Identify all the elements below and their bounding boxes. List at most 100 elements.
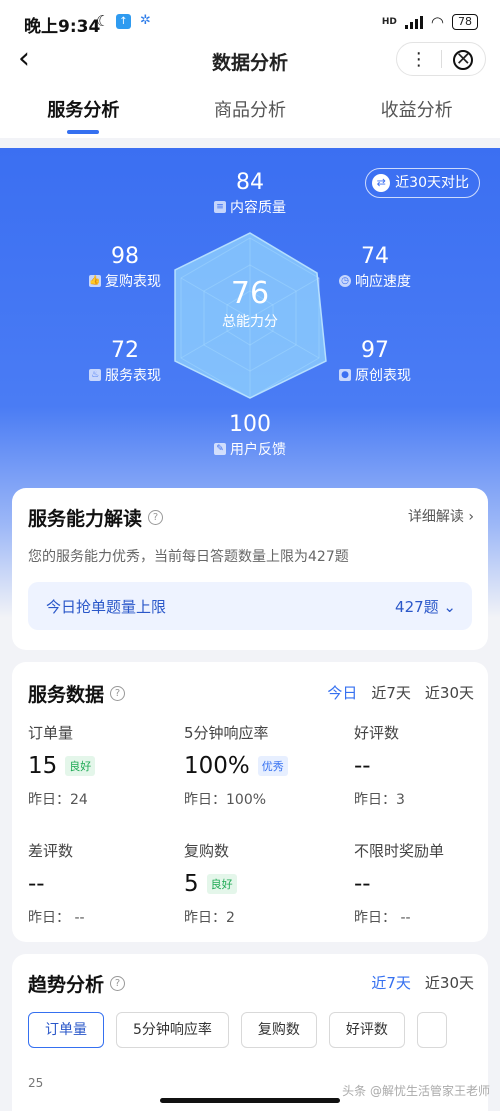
stat-positive-reviews: 好评数 -- 昨日：3 [354, 722, 405, 809]
stat-value: 100% [184, 753, 250, 779]
battery-icon: 78 [452, 14, 478, 30]
ability-description: 您的服务能力优秀，当前每日答题数量上限为427题 [28, 549, 349, 565]
trend-period-7-days[interactable]: 近7天 [371, 972, 411, 993]
period-30-days[interactable]: 近30天 [425, 682, 474, 703]
status-badge: 良好 [65, 756, 96, 776]
stat-name: 不限时奖励单 [354, 842, 445, 860]
metric-value: 72 [111, 338, 139, 363]
ability-interpretation-card: 服务能力解读 ? 详细解读 › 您的服务能力优秀，当前每日答题数量上限为427题… [12, 488, 488, 650]
service-data-card: 服务数据 ? 今日 近7天 近30天 订单量 15 良好 昨日：24 5分钟响应率… [12, 662, 488, 942]
trend-y-axis-tick: 25 [28, 1076, 44, 1090]
stat-yesterday: 昨日：24 [28, 792, 88, 808]
stat-yesterday: 昨日： -- [354, 910, 411, 926]
status-badge: 优秀 [257, 756, 288, 776]
flame-icon: ♨ [89, 369, 101, 381]
metric-value: 98 [111, 244, 139, 269]
total-score-value: 76 [230, 276, 270, 311]
total-score: 76 总能力分 [200, 276, 300, 331]
moon-icon: ☾ [96, 12, 110, 30]
metric-value: 97 [361, 338, 389, 363]
nav-bar: ‹ 数据分析 ⋮ ✕ [0, 42, 500, 80]
close-button[interactable]: ✕ [442, 49, 486, 70]
upload-icon: ↑ [116, 14, 131, 29]
metric-response-speed: 74 ◷ 响应速度 [325, 244, 425, 291]
document-icon: ≡ [214, 201, 226, 213]
detail-interpretation-link[interactable]: 详细解读 › [408, 506, 474, 526]
daily-limit-selector[interactable]: 今日抢单题量上限 427题 ⌄ [28, 582, 472, 630]
period-selector: 今日 近7天 近30天 [327, 682, 474, 703]
metric-value: 74 [361, 244, 389, 269]
daily-limit-value: 427题 ⌄ [395, 598, 456, 616]
chip-positive-reviews[interactable]: 好评数 [328, 1012, 405, 1048]
chip-orders[interactable]: 订单量 [28, 1012, 104, 1048]
period-today[interactable]: 今日 [327, 682, 357, 703]
person-icon: ● [339, 369, 351, 381]
clock-icon: ◷ [339, 275, 351, 287]
metric-label: 内容质量 [230, 200, 286, 216]
stat-repurchases: 复购数 5 良好 昨日：2 [184, 840, 237, 927]
app-notification-icon: ✲ [140, 13, 151, 28]
stat-name: 5分钟响应率 [184, 724, 269, 742]
metric-service-performance: 72 ♨ 服务表现 [75, 338, 175, 385]
metric-repurchase: 98 👍 复购表现 [75, 244, 175, 291]
chip-more[interactable] [416, 1012, 447, 1048]
tab-revenue-analysis[interactable]: 收益分析 [333, 80, 500, 138]
help-icon[interactable]: ? [110, 976, 126, 991]
signal-icon [404, 15, 423, 29]
status-bar: 晚上9:34 ☾ ↑ ✲ HD ◠ 78 [0, 0, 500, 44]
daily-limit-label: 今日抢单题量上限 [46, 598, 167, 616]
edit-icon: ✎ [214, 443, 226, 455]
tab-bar: 服务分析 商品分析 收益分析 [0, 80, 500, 138]
watermark: 头条 @解忧生活管家王老师 [342, 1084, 490, 1098]
stat-orders: 订单量 15 良好 昨日：24 [28, 722, 96, 809]
period-7-days[interactable]: 近7天 [371, 682, 411, 703]
total-score-label: 总能力分 [222, 314, 278, 330]
trend-metric-chips: 订单量 5分钟响应率 复购数 好评数 [28, 1012, 447, 1048]
metric-value: 100 [229, 412, 271, 437]
chip-repurchases[interactable]: 复购数 [240, 1012, 317, 1048]
swap-icon: ⇄ [372, 174, 391, 192]
stat-value: 15 [28, 753, 58, 779]
stat-yesterday: 昨日：100% [184, 792, 267, 808]
card-title: 趋势分析 [28, 974, 105, 996]
stat-name: 差评数 [28, 842, 74, 860]
compare-label: 近30天对比 [395, 175, 469, 191]
metric-label: 服务表现 [105, 368, 161, 384]
stat-value: 5 [184, 871, 199, 897]
tab-service-analysis[interactable]: 服务分析 [0, 80, 167, 138]
trend-period-selector: 近7天 近30天 [371, 972, 474, 993]
status-badge: 良好 [206, 874, 237, 894]
wifi-icon: ◠ [430, 13, 444, 31]
stat-yesterday: 昨日：2 [184, 910, 235, 926]
card-title: 服务能力解读 [28, 508, 143, 530]
metric-user-feedback: 100 ✎ 用户反馈 [200, 412, 300, 459]
metric-originality: 97 ● 原创表现 [325, 338, 425, 385]
help-icon[interactable]: ? [148, 510, 164, 525]
stat-5min-response-rate: 5分钟响应率 100% 优秀 昨日：100% [184, 722, 288, 809]
more-button[interactable]: ⋮ [397, 49, 441, 70]
mini-program-capsule: ⋮ ✕ [396, 42, 486, 76]
metric-label: 用户反馈 [230, 442, 286, 458]
stat-negative-reviews: 差评数 -- 昨日： -- [28, 840, 85, 927]
compare-30-days-button[interactable]: ⇄ 近30天对比 [365, 168, 480, 198]
stat-name: 订单量 [28, 724, 74, 742]
stat-name: 复购数 [184, 842, 230, 860]
metric-label: 响应速度 [355, 274, 411, 290]
stat-yesterday: 昨日：3 [354, 792, 405, 808]
stat-name: 好评数 [354, 724, 400, 742]
close-icon: ✕ [453, 49, 474, 70]
stat-unlimited-reward-orders: 不限时奖励单 -- 昨日： -- [354, 840, 444, 927]
metric-label: 原创表现 [355, 368, 411, 384]
tab-product-analysis[interactable]: 商品分析 [167, 80, 334, 138]
stat-value: -- [28, 871, 45, 897]
help-icon[interactable]: ? [110, 686, 126, 701]
metric-label: 复购表现 [105, 274, 161, 290]
home-indicator[interactable] [160, 1098, 340, 1103]
metric-content-quality: 84 ≡ 内容质量 [200, 170, 300, 217]
chip-5min-response-rate[interactable]: 5分钟响应率 [116, 1012, 229, 1048]
trend-period-30-days[interactable]: 近30天 [425, 972, 474, 993]
metric-value: 84 [236, 170, 264, 195]
card-title: 服务数据 [28, 684, 105, 706]
thumbs-up-icon: 👍 [89, 275, 101, 287]
stat-yesterday: 昨日： -- [28, 910, 85, 926]
